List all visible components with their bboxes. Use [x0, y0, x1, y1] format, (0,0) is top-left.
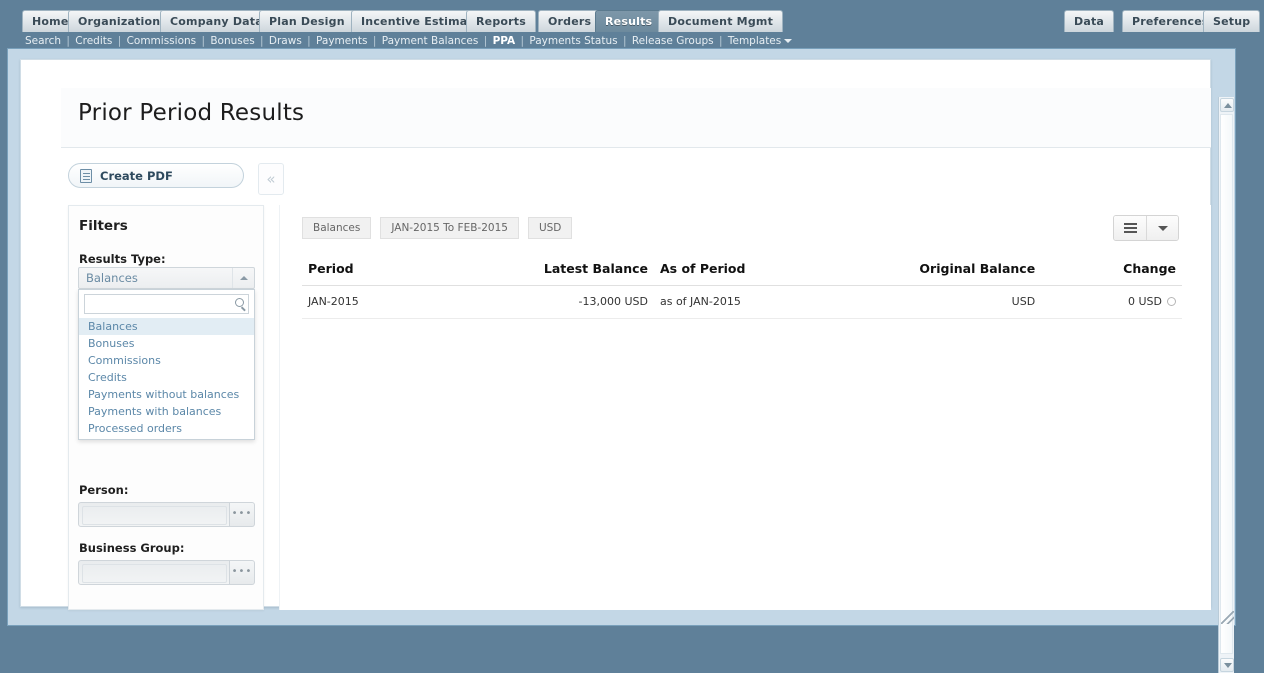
subnav-separator: |: [517, 35, 528, 47]
subnav-item-payments-status[interactable]: Payments Status: [529, 35, 617, 47]
subnav-separator: |: [198, 35, 209, 47]
cell-change: 0 USD: [1041, 285, 1182, 319]
subnav-separator: |: [715, 35, 726, 47]
chevron-down-icon: [784, 39, 793, 43]
dropdown-option[interactable]: Balances: [79, 318, 254, 335]
subnav-item-templates[interactable]: Templates: [728, 35, 781, 47]
chevron-up-icon: [240, 276, 248, 280]
business-group-picker-button[interactable]: •••: [230, 560, 255, 585]
filter-chip[interactable]: JAN-2015 To FEB-2015: [380, 217, 519, 239]
list-icon: [1123, 222, 1137, 234]
results-type-select[interactable]: Balances: [78, 267, 255, 289]
dropdown-option[interactable]: Commissions: [79, 352, 254, 369]
subnav-separator: |: [256, 35, 267, 47]
results-type-value: Balances: [86, 271, 138, 285]
subnav-item-search[interactable]: Search: [25, 35, 61, 47]
dropdown-option-list: Balances Bonuses Commissions Credits Payment…: [79, 317, 254, 439]
subnav-separator: |: [303, 35, 315, 47]
cell-latest-balance: -13,000 USD: [460, 285, 654, 319]
view-options-button[interactable]: [1146, 216, 1178, 240]
column-header[interactable]: Period: [302, 257, 461, 286]
app-chrome: Home Organization Company Data Plan Design I…: [0, 0, 1264, 48]
person-label: Person:: [79, 483, 129, 497]
dropdown-option[interactable]: Processed orders: [79, 420, 254, 437]
subnav-separator: |: [369, 35, 380, 47]
subnav-item-commissions[interactable]: Commissions: [127, 35, 197, 47]
column-header[interactable]: As of Period: [653, 257, 830, 286]
filters-title: Filters: [79, 218, 128, 234]
util-tab-setup[interactable]: Setup: [1203, 10, 1261, 32]
column-header[interactable]: Original Balance: [829, 257, 1042, 286]
business-group-label: Business Group:: [79, 541, 185, 555]
filter-chip-row: Balances JAN-2015 To FEB-2015 USD: [302, 217, 581, 239]
scrollbar-track[interactable]: [1220, 114, 1233, 654]
search-icon: [235, 298, 244, 307]
business-group-input[interactable]: [78, 560, 230, 585]
list-view-button[interactable]: [1114, 216, 1146, 240]
cell-as-of-period: as of JAN-2015: [653, 285, 830, 319]
results-panel: Balances JAN-2015 To FEB-2015 USD Period La…: [279, 205, 1211, 610]
results-type-label: Results Type:: [79, 252, 166, 266]
caret-down-icon: [1157, 225, 1168, 231]
pending-circle-icon[interactable]: [1167, 297, 1176, 306]
scroll-down-button[interactable]: [1220, 658, 1234, 672]
subnav-item-payments[interactable]: Payments: [316, 35, 367, 47]
page-title: Prior Period Results: [78, 100, 305, 126]
table-body: JAN-2015 -13,000 USD as of JAN-2015 USD 0 US…: [302, 285, 1182, 319]
page-header: Prior Period Results: [61, 88, 1211, 148]
create-pdf-button[interactable]: Create PDF: [68, 163, 244, 188]
vertical-scrollbar[interactable]: [1218, 97, 1234, 673]
dropdown-option[interactable]: Payments without balances: [79, 386, 254, 403]
content-pane: Prior Period Results Create PDF « Filter…: [20, 59, 1211, 610]
subnav-item-payment-balances[interactable]: Payment Balances: [382, 35, 479, 47]
business-group-field-wrap: •••: [78, 560, 255, 585]
sub-navigation: Search | Credits | Commissions | Bonuses…: [0, 34, 1264, 48]
filters-panel: Filters Results Type: Balances Balances B…: [68, 205, 264, 610]
subnav-separator: |: [63, 35, 74, 47]
util-tab-data[interactable]: Data: [1064, 10, 1115, 32]
dropdown-search[interactable]: [84, 294, 249, 314]
table-header-row: Period Latest Balance As of Period Original…: [302, 257, 1182, 286]
column-header[interactable]: Change: [1041, 257, 1182, 286]
collapse-panel-button[interactable]: «: [258, 163, 284, 195]
column-header[interactable]: Latest Balance: [460, 257, 654, 286]
results-type-toggle[interactable]: [232, 268, 254, 288]
create-pdf-label: Create PDF: [100, 168, 173, 183]
view-toggle-group: [1113, 215, 1179, 241]
person-picker-button[interactable]: •••: [230, 502, 255, 527]
left-column: Create PDF «: [68, 163, 284, 195]
subnav-item-credits[interactable]: Credits: [75, 35, 112, 47]
scroll-up-button[interactable]: [1220, 98, 1234, 112]
right-tabbar: Data Preferences Setup: [0, 10, 1264, 34]
subnav-item-release-groups[interactable]: Release Groups: [632, 35, 714, 47]
resize-grip[interactable]: [1221, 611, 1234, 624]
dropdown-option[interactable]: Bonuses: [79, 335, 254, 352]
person-input[interactable]: [78, 502, 230, 527]
cell-original-balance: USD: [829, 285, 1042, 319]
subnav-separator: |: [114, 35, 125, 47]
filter-chip[interactable]: USD: [527, 217, 573, 239]
results-type-dropdown: Balances Bonuses Commissions Credits Payment…: [78, 289, 255, 440]
dropdown-option[interactable]: Credits: [79, 369, 254, 386]
subnav-item-draws[interactable]: Draws: [269, 35, 302, 47]
workspace: Prior Period Results Create PDF « Filter…: [7, 48, 1236, 673]
person-field-wrap: •••: [78, 502, 255, 527]
subnav-separator: |: [480, 35, 491, 47]
subnav-item-bonuses[interactable]: Bonuses: [210, 35, 254, 47]
subnav-separator: |: [619, 35, 630, 47]
cell-period: JAN-2015: [302, 285, 461, 319]
dropdown-search-input[interactable]: [85, 295, 237, 313]
table-row[interactable]: JAN-2015 -13,000 USD as of JAN-2015 USD 0 US…: [302, 285, 1182, 319]
results-table: Period Latest Balance As of Period Original…: [302, 257, 1182, 319]
document-icon: [80, 168, 92, 183]
filter-chip[interactable]: Balances: [302, 217, 372, 239]
subnav-item-ppa[interactable]: PPA: [493, 35, 516, 47]
dropdown-option[interactable]: Payments with balances: [79, 403, 254, 420]
